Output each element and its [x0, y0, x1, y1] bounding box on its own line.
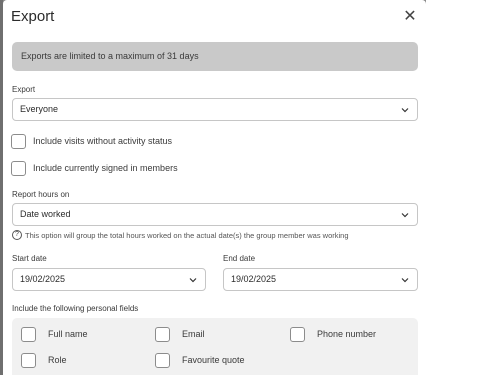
report-hours-select[interactable]: Date worked	[12, 203, 418, 226]
chevron-down-icon	[401, 276, 409, 284]
signed-in-members-checkbox[interactable]	[11, 160, 26, 176]
end-date-label: End date	[223, 254, 256, 263]
end-date-value: 19/02/2025	[231, 274, 277, 284]
visits-without-status-row[interactable]: Include visits without activity status	[11, 133, 172, 149]
export-select-value: Everyone	[20, 104, 59, 114]
visits-without-status-checkbox[interactable]	[11, 133, 26, 149]
help-icon: ?	[12, 230, 22, 240]
report-hours-label: Report hours on	[12, 190, 70, 199]
field-role[interactable]: Role	[21, 352, 67, 368]
modal-title: Export	[11, 8, 55, 25]
chevron-down-icon	[189, 276, 197, 284]
export-modal: Export ✕ Exports are limited to a maximu…	[3, 0, 426, 375]
chevron-down-icon	[401, 106, 409, 114]
field-full-name[interactable]: Full name	[21, 326, 88, 342]
phone-number-checkbox[interactable]	[290, 326, 305, 342]
report-hours-hint-text: This option will group the total hours w…	[25, 230, 349, 240]
field-email[interactable]: Email	[155, 326, 205, 342]
report-hours-select-value: Date worked	[20, 209, 71, 219]
end-date-select[interactable]: 19/02/2025	[223, 268, 418, 291]
export-select[interactable]: Everyone	[12, 98, 418, 121]
close-icon[interactable]: ✕	[401, 8, 419, 26]
limit-banner: Exports are limited to a maximum of 31 d…	[12, 42, 418, 71]
field-favourite-quote[interactable]: Favourite quote	[155, 352, 245, 368]
report-hours-hint: ? This option will group the total hours…	[12, 229, 349, 241]
email-label: Email	[182, 329, 205, 339]
full-name-checkbox[interactable]	[21, 326, 36, 342]
signed-in-members-label: Include currently signed in members	[33, 163, 178, 173]
role-checkbox[interactable]	[21, 352, 36, 368]
start-date-label: Start date	[12, 254, 47, 263]
signed-in-members-row[interactable]: Include currently signed in members	[11, 160, 178, 176]
chevron-down-icon	[401, 211, 409, 219]
favourite-quote-checkbox[interactable]	[155, 352, 170, 368]
field-phone-number[interactable]: Phone number	[290, 326, 376, 342]
start-date-select[interactable]: 19/02/2025	[12, 268, 206, 291]
personal-fields-panel: Full name Email Phone number Role Favour…	[12, 318, 418, 375]
start-date-value: 19/02/2025	[20, 274, 66, 284]
email-checkbox[interactable]	[155, 326, 170, 342]
favourite-quote-label: Favourite quote	[182, 355, 245, 365]
personal-fields-label: Include the following personal fields	[12, 304, 139, 313]
visits-without-status-label: Include visits without activity status	[33, 136, 173, 146]
export-label: Export	[12, 85, 36, 94]
backdrop-page	[426, 0, 500, 375]
phone-number-label: Phone number	[317, 329, 377, 339]
full-name-label: Full name	[48, 329, 88, 339]
role-label: Role	[48, 355, 67, 365]
